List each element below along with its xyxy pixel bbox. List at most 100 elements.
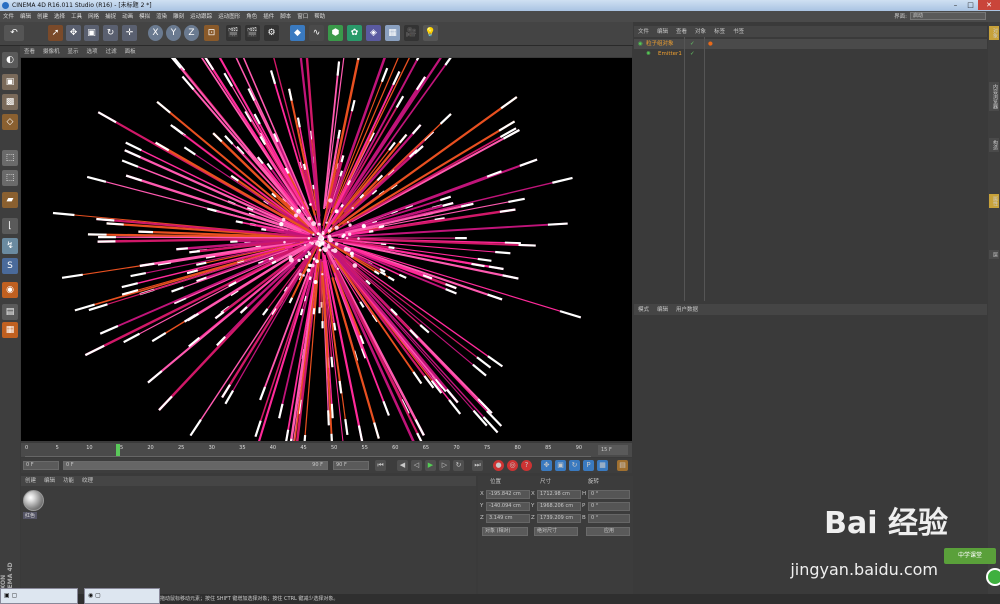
maximize-button[interactable]: □: [963, 0, 978, 10]
floor-icon[interactable]: ▦: [385, 25, 400, 41]
material-swatch[interactable]: [23, 490, 44, 511]
select-arrow-icon[interactable]: ➚: [48, 25, 63, 41]
locked-workplane-icon[interactable]: ◉: [2, 282, 18, 298]
coordinate-mode-select[interactable]: 对象 (相对): [482, 527, 528, 536]
object-row[interactable]: ◉ 粒子组对象 ✓ ●: [634, 39, 987, 49]
edges-mode-icon[interactable]: ⬚: [2, 170, 18, 186]
model-mode-icon[interactable]: ▣: [2, 74, 18, 90]
size-field[interactable]: 1968.206 cm: [537, 502, 581, 511]
object-menu-item[interactable]: 标签: [710, 27, 729, 38]
grid-icon[interactable]: ▦: [2, 322, 18, 338]
visibility-check-icon[interactable]: ✓: [690, 39, 695, 49]
camera-icon[interactable]: 🎥: [404, 25, 419, 41]
rotation-field[interactable]: 0 °: [588, 490, 630, 499]
interface-select[interactable]: 启动: [910, 12, 986, 20]
x-axis-icon[interactable]: X: [148, 25, 163, 41]
viewport[interactable]: [21, 58, 632, 441]
size-field[interactable]: 1739.209 cm: [537, 514, 581, 523]
rotate-icon[interactable]: ↻: [103, 25, 118, 41]
viewport-menu-item[interactable]: 过滤: [102, 47, 121, 58]
texture-mode-icon[interactable]: ▩: [2, 94, 18, 110]
move-icon[interactable]: ✥: [66, 25, 81, 41]
object-row[interactable]: ✺ Emitter1 ✓: [634, 49, 987, 59]
keyframe-selection-icon[interactable]: ?: [521, 460, 532, 471]
play-icon[interactable]: ▶: [425, 460, 436, 471]
material-menu-item[interactable]: 创建: [21, 476, 40, 486]
material-menu-item[interactable]: 纹理: [78, 476, 97, 486]
key-param-icon[interactable]: P: [583, 460, 594, 471]
key-rotation-icon[interactable]: ↻: [569, 460, 580, 471]
deformer-icon[interactable]: ◈: [366, 25, 381, 41]
key-position-icon[interactable]: ✥: [541, 460, 552, 471]
size-field[interactable]: 1712.98 cm: [537, 490, 581, 499]
rotation-field[interactable]: 0 °: [588, 514, 630, 523]
taskbar-button[interactable]: ◉ ▢: [84, 588, 160, 604]
size-mode-select[interactable]: 绝对尺寸: [534, 527, 578, 536]
right-tab[interactable]: 内容浏览器: [989, 82, 999, 111]
attribute-menu-item[interactable]: 用户数据: [672, 305, 702, 316]
attribute-menu-item[interactable]: 模式: [634, 305, 653, 316]
polygons-mode-icon[interactable]: ▰: [2, 192, 18, 208]
start-frame-field[interactable]: 0 F: [23, 461, 59, 470]
viewport-menu-item[interactable]: 查看: [20, 47, 39, 58]
viewport-menu-item[interactable]: 显示: [64, 47, 83, 58]
close-button[interactable]: ✕: [978, 0, 1000, 10]
material-menu-item[interactable]: 编辑: [40, 476, 59, 486]
right-tab[interactable]: 对象: [989, 26, 999, 40]
key-pla-icon[interactable]: ▦: [597, 460, 608, 471]
scale-icon[interactable]: ▣: [84, 25, 99, 41]
end-frame-field[interactable]: 90 F: [333, 461, 369, 470]
transform-icon[interactable]: ✛: [122, 25, 137, 41]
visibility-check-icon[interactable]: ✓: [690, 49, 695, 59]
taskbar-button[interactable]: ▣ ▢: [0, 588, 78, 604]
minimize-button[interactable]: –: [948, 0, 963, 10]
loop-icon[interactable]: ↻: [453, 460, 464, 471]
object-menu-item[interactable]: 书签: [729, 27, 748, 38]
prev-key-icon[interactable]: ◀: [397, 460, 408, 471]
timeline-track[interactable]: 0 5 10 15 20 25 30 35 40 45 50 55 60 65 70 75 80 85 90: [25, 443, 591, 457]
render-picture-viewer-icon[interactable]: 🎬: [245, 25, 260, 41]
planar-workplane-icon[interactable]: ▤: [2, 304, 18, 320]
next-frame-icon[interactable]: ▷: [439, 460, 450, 471]
right-tab[interactable]: 构造: [989, 138, 999, 152]
subdivision-icon[interactable]: ⬢: [328, 25, 343, 41]
rotation-field[interactable]: 0 °: [588, 502, 630, 511]
timeline[interactable]: 0 5 10 15 20 25 30 35 40 45 50 55 60 65 70 75 80 85 90 15 …: [21, 443, 632, 457]
goto-start-icon[interactable]: ⏮: [375, 460, 386, 471]
viewport-menu-item[interactable]: 选项: [83, 47, 102, 58]
timeline-window-icon[interactable]: ▤: [617, 460, 628, 471]
goto-end-icon[interactable]: ⏭: [472, 460, 483, 471]
render-view-icon[interactable]: 🎬: [226, 25, 241, 41]
right-tab[interactable]: 层: [989, 250, 999, 259]
object-name[interactable]: Emitter1: [658, 49, 682, 59]
playhead[interactable]: [115, 444, 120, 456]
y-axis-icon[interactable]: Y: [166, 25, 181, 41]
object-name[interactable]: 粒子组对象: [646, 39, 674, 49]
position-field[interactable]: -140.094 cm: [486, 502, 530, 511]
undo-icon[interactable]: ↶: [4, 25, 24, 41]
axis-mode-icon[interactable]: ⌊: [2, 218, 18, 234]
frame-range-slider[interactable]: 0 F 90 F: [63, 461, 328, 470]
make-editable-icon[interactable]: ◐: [2, 52, 18, 68]
record-icon[interactable]: ●: [493, 460, 504, 471]
z-axis-icon[interactable]: Z: [184, 25, 199, 41]
prev-frame-icon[interactable]: ◁: [411, 460, 422, 471]
position-field[interactable]: -195.842 cm: [486, 490, 530, 499]
apply-button[interactable]: 应用: [586, 527, 630, 536]
timeline-end-field[interactable]: 15 F: [598, 445, 628, 455]
light-icon[interactable]: 💡: [423, 25, 438, 41]
attribute-menu-item[interactable]: 编辑: [653, 305, 672, 316]
autokey-icon[interactable]: ◎: [507, 460, 518, 471]
tag-icon[interactable]: ●: [708, 39, 713, 49]
tweak-mode-icon[interactable]: ↯: [2, 238, 18, 254]
cube-icon[interactable]: ◆: [290, 25, 305, 41]
spline-icon[interactable]: ∿: [309, 25, 324, 41]
viewport-menu-item[interactable]: 面板: [121, 47, 140, 58]
coordinate-system-icon[interactable]: ⊡: [204, 25, 219, 41]
material-menu-item[interactable]: 功能: [59, 476, 78, 486]
object-menu-item[interactable]: 查看: [672, 27, 691, 38]
object-menu-item[interactable]: 对象: [691, 27, 710, 38]
viewport-menu-item[interactable]: 摄像机: [39, 47, 64, 58]
key-scale-icon[interactable]: ▣: [555, 460, 566, 471]
position-field[interactable]: 3.149 cm: [486, 514, 530, 523]
